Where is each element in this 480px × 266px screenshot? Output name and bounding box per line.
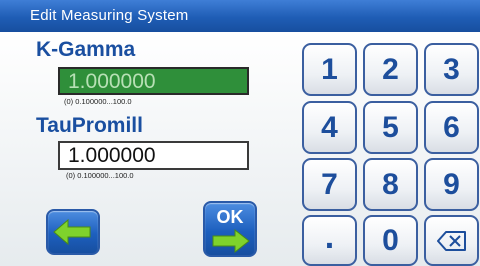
k-gamma-range: (0) 0.100000...100.0 bbox=[64, 97, 132, 106]
key-8[interactable]: 8 bbox=[363, 158, 418, 211]
key-1[interactable]: 1 bbox=[302, 43, 357, 96]
key-9[interactable]: 9 bbox=[424, 158, 479, 211]
backspace-key[interactable] bbox=[424, 215, 479, 266]
key-7[interactable]: 7 bbox=[302, 158, 357, 211]
key-dot[interactable]: . bbox=[302, 215, 357, 266]
taupromill-range: (0) 0.100000...100.0 bbox=[66, 171, 134, 180]
key-0[interactable]: 0 bbox=[363, 215, 418, 266]
ok-button[interactable]: OK bbox=[203, 201, 257, 257]
taupromill-field[interactable]: 1.000000 bbox=[58, 141, 249, 170]
key-5[interactable]: 5 bbox=[363, 101, 418, 154]
taupromill-label: TauPromill bbox=[36, 114, 143, 137]
arrow-left-icon bbox=[53, 218, 91, 246]
key-3[interactable]: 3 bbox=[424, 43, 479, 96]
k-gamma-label: K-Gamma bbox=[36, 38, 136, 61]
key-4[interactable]: 4 bbox=[302, 101, 357, 154]
k-gamma-field[interactable]: 1.000000 bbox=[58, 67, 249, 95]
back-button[interactable] bbox=[46, 209, 100, 255]
arrow-right-icon bbox=[212, 228, 250, 254]
title-bar: Edit Measuring System bbox=[0, 0, 480, 32]
backspace-icon bbox=[436, 230, 466, 251]
window-title: Edit Measuring System bbox=[30, 7, 189, 24]
key-6[interactable]: 6 bbox=[424, 101, 479, 154]
key-2[interactable]: 2 bbox=[363, 43, 418, 96]
